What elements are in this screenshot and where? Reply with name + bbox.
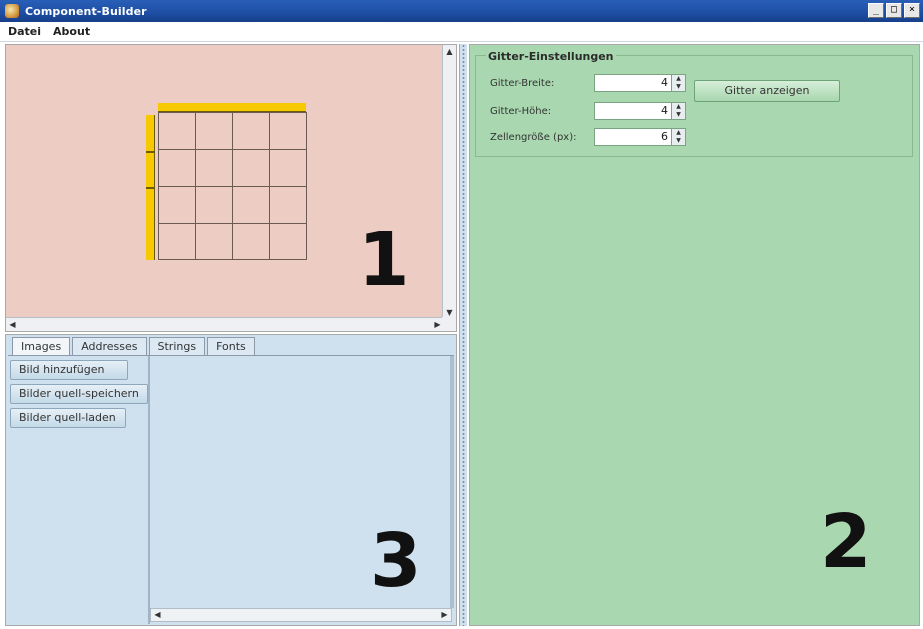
cell-size-value[interactable]: 6 — [594, 128, 672, 146]
grid-cell[interactable] — [270, 186, 307, 223]
maximize-button[interactable]: □ — [886, 3, 902, 18]
tab-addresses[interactable]: Addresses — [72, 337, 147, 355]
scroll-left-icon[interactable]: ◀ — [151, 609, 164, 621]
image-list[interactable]: 3 ◀ ▶ — [148, 356, 454, 624]
grid-height-value[interactable]: 4 — [594, 102, 672, 120]
spinner-down-icon[interactable]: ▼ — [672, 111, 685, 119]
grid-width-row: Gitter-Breite: 4 ▲ ▼ — [490, 74, 686, 92]
spinner-arrows[interactable]: ▲ ▼ — [672, 74, 686, 92]
vertical-scrollbar[interactable]: ▲ ▼ — [442, 45, 456, 319]
spinner-arrows[interactable]: ▲ ▼ — [672, 128, 686, 146]
java-app-icon — [5, 4, 19, 18]
scroll-corner — [442, 317, 456, 331]
close-button[interactable]: × — [904, 3, 920, 18]
menu-datei[interactable]: Datei — [8, 25, 41, 38]
grid-cell[interactable] — [159, 223, 196, 260]
spinner-up-icon[interactable]: ▲ — [672, 103, 685, 111]
window-controls: _ □ × — [868, 3, 920, 18]
window-title: Component-Builder — [25, 4, 147, 18]
grid-cell[interactable] — [159, 112, 196, 149]
tab-content-images: Bild hinzufügen Bilder quell-speichern B… — [8, 355, 454, 624]
add-image-button[interactable]: Bild hinzufügen — [10, 360, 128, 380]
panel-number-3: 3 — [370, 518, 422, 604]
grid-height-row: Gitter-Höhe: 4 ▲ ▼ — [490, 102, 686, 120]
save-images-button[interactable]: Bilder quell-speichern — [10, 384, 148, 404]
grid-cell[interactable] — [196, 149, 233, 186]
cell-size-spinner[interactable]: 6 ▲ ▼ — [594, 128, 686, 146]
list-edge — [450, 356, 454, 608]
row-header-bar — [146, 115, 155, 260]
show-grid-button[interactable]: Gitter anzeigen — [694, 80, 840, 102]
grid-settings-group: Gitter-Einstellungen Gitter-Breite: 4 ▲ … — [475, 50, 913, 157]
load-images-button[interactable]: Bilder quell-laden — [10, 408, 126, 428]
image-actions: Bild hinzufügen Bilder quell-speichern B… — [10, 360, 148, 428]
grid-cell[interactable] — [233, 223, 270, 260]
grid-cell[interactable] — [270, 149, 307, 186]
grid-cell[interactable] — [159, 149, 196, 186]
minimize-button[interactable]: _ — [868, 3, 884, 18]
spinner-up-icon[interactable]: ▲ — [672, 75, 685, 83]
menu-bar: Datei About — [0, 22, 923, 42]
resources-panel: Images Addresses Strings Fonts Bild hinz… — [5, 334, 457, 626]
scroll-left-icon[interactable]: ◀ — [6, 318, 19, 331]
cell-size-label: Zellengröße (px): — [490, 131, 577, 143]
grid-cell[interactable] — [159, 186, 196, 223]
tab-fonts[interactable]: Fonts — [207, 337, 255, 355]
tab-bar: Images Addresses Strings Fonts — [12, 337, 257, 355]
grid-cell[interactable] — [196, 223, 233, 260]
settings-group-title: Gitter-Einstellungen — [486, 50, 616, 63]
title-bar: Component-Builder _ □ × — [0, 0, 923, 22]
spinner-up-icon[interactable]: ▲ — [672, 129, 685, 137]
grid-width-label: Gitter-Breite: — [490, 77, 555, 89]
spinner-arrows[interactable]: ▲ ▼ — [672, 102, 686, 120]
grid-height-spinner[interactable]: 4 ▲ ▼ — [594, 102, 686, 120]
grid-cell[interactable] — [233, 186, 270, 223]
settings-panel: Gitter-Einstellungen Gitter-Breite: 4 ▲ … — [469, 44, 920, 626]
tab-strings[interactable]: Strings — [148, 337, 206, 355]
grid-cell[interactable] — [270, 223, 307, 260]
cell-size-row: Zellengröße (px): 6 ▲ ▼ — [490, 128, 686, 146]
grid-width-spinner[interactable]: 4 ▲ ▼ — [594, 74, 686, 92]
panel-number-1: 1 — [358, 217, 410, 303]
image-list-scrollbar[interactable]: ◀ ▶ — [150, 608, 452, 622]
spinner-down-icon[interactable]: ▼ — [672, 83, 685, 91]
grid-cell[interactable] — [196, 112, 233, 149]
scroll-right-icon[interactable]: ▶ — [438, 609, 451, 621]
split-pane-divider[interactable] — [459, 44, 467, 626]
horizontal-scrollbar[interactable]: ◀ ▶ — [6, 317, 444, 331]
grid-cell[interactable] — [196, 186, 233, 223]
grid-cells — [158, 112, 307, 260]
grid-cell[interactable] — [270, 112, 307, 149]
canvas-panel: 1 ▲ ▼ ◀ ▶ — [5, 44, 457, 332]
column-header-bar — [158, 103, 306, 112]
grid-height-label: Gitter-Höhe: — [490, 105, 552, 117]
scroll-up-icon[interactable]: ▲ — [443, 45, 456, 58]
grid-width-value[interactable]: 4 — [594, 74, 672, 92]
divider-grip-icon — [462, 44, 465, 626]
menu-about[interactable]: About — [53, 25, 90, 38]
grid-cell[interactable] — [233, 112, 270, 149]
spinner-down-icon[interactable]: ▼ — [672, 137, 685, 145]
grid-cell[interactable] — [233, 149, 270, 186]
panel-number-2: 2 — [820, 499, 872, 585]
tab-images[interactable]: Images — [12, 337, 71, 355]
